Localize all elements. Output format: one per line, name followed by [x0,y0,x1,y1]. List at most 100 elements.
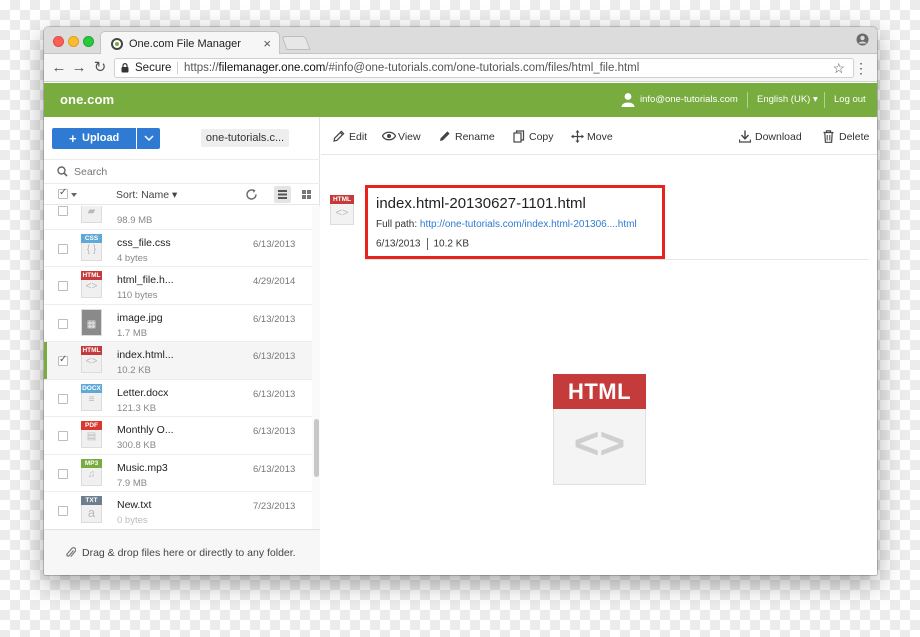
row-checkbox[interactable] [58,468,68,479]
grid-view-icon [302,190,311,199]
file-row[interactable]: TXT a New.txt 0 bytes 7/23/2013 [44,492,312,529]
file-size: 300.8 KB [117,440,157,451]
file-row[interactable]: ▰ 98.9 MB [44,206,312,230]
pencil-icon [440,131,450,141]
file-row[interactable]: CSS{ } css_file.css 4 bytes 6/13/2013 [44,229,312,267]
upload-button[interactable]: + Upload [52,128,136,149]
copy-button[interactable]: Copy [513,130,554,143]
file-info-highlight: index.html-20130627-1101.html Full path:… [365,185,665,259]
tab-title: One.com File Manager [129,38,241,50]
drop-zone[interactable]: Drag & drop files here or directly to an… [44,529,320,575]
file-size: 1.7 MB [117,327,148,339]
file-sidebar: + Upload one-tutorials.c... Sort: Name ▾ [44,117,320,575]
file-date: 7/23/2013 [253,501,296,512]
mp3-file-icon: MP3 ♫ [81,458,102,486]
view-button[interactable]: View [382,131,421,143]
trash-icon [823,130,834,143]
upload-dropdown-button[interactable] [137,128,160,149]
url-text[interactable]: https://filemanager.one.com/#info@one-tu… [184,62,639,74]
new-tab-button[interactable] [281,36,311,50]
download-button[interactable]: Download [739,130,802,143]
caret-down-icon[interactable] [71,193,77,197]
html-file-icon: HTML <> [330,195,354,225]
user-icon [621,93,635,107]
lock-icon [121,63,129,73]
row-checkbox[interactable] [58,431,68,441]
list-view-button[interactable] [274,186,291,203]
move-button[interactable]: Move [571,130,613,143]
full-path-link[interactable]: http://one-tutorials.com/index.html-2013… [420,219,637,230]
back-arrow-icon[interactable]: ← [50,59,68,77]
docx-file-icon: DOCX ≡ [81,383,102,411]
file-size: 110 bytes [117,290,158,301]
minimize-window-button[interactable] [68,36,79,47]
file-list-scrollbar[interactable] [312,206,320,529]
file-name: css_file.css [117,236,171,249]
copy-icon [513,130,525,143]
file-row[interactable]: DOCX ≡ Letter.docx 121.3 KB 6/13/2013 [44,379,312,417]
header-divider [747,92,748,108]
video-file-icon: ▰ [81,206,102,223]
drop-zone-text: Drag & drop files here or directly to an… [82,547,296,559]
user-email[interactable]: info@one-tutorials.com [640,94,738,105]
grid-view-button[interactable] [298,186,315,203]
file-name: index.html... [117,349,174,361]
file-row[interactable]: PDF ▤ Monthly O... 300.8 KB 6/13/2013 [44,417,312,455]
delete-button[interactable]: Delete [823,130,869,143]
app-header: one.com info@one-tutorials.com English (… [44,83,877,117]
search-icon [57,166,68,177]
row-checkbox[interactable] [58,393,68,404]
file-date: 6/13/2013 [253,388,296,400]
maximize-window-button[interactable] [83,36,94,47]
onecom-logo[interactable]: one.com [60,92,114,107]
list-view-icon [278,190,287,199]
file-name: New.txt [117,499,152,511]
file-date: 6/13/2013 [253,238,296,250]
close-window-button[interactable] [53,36,64,47]
refresh-icon[interactable] [245,188,258,201]
file-size: 0 bytes [117,515,148,526]
reload-icon[interactable]: ↻ [91,59,109,77]
file-row[interactable]: HTML <> html_file.h... 110 bytes 4/29/201… [44,267,312,305]
file-row[interactable]: HTML<> index.html... 10.2 KB 6/13/2013 [44,342,312,380]
current-folder[interactable]: one-tutorials.c... [201,129,289,147]
edit-button[interactable]: Edit [333,130,367,143]
file-row[interactable]: ▦ image.jpg 1.7 MB 6/13/2013 [44,304,312,342]
paperclip-icon [66,547,76,557]
row-checkbox[interactable] [58,354,68,366]
full-path: Full path: http://one-tutorials.com/inde… [376,219,637,230]
browser-tab[interactable]: One.com File Manager × [100,31,280,55]
url-separator [177,62,178,74]
file-date: 6/13/2013 [253,351,296,362]
select-all-checkbox[interactable] [58,187,68,199]
file-date: 6/13/2013 [253,426,296,437]
search-bar [44,159,320,183]
profile-icon[interactable] [856,33,869,46]
sort-dropdown[interactable]: Sort: Name ▾ [116,189,177,201]
file-size: 121.3 KB [117,402,157,414]
file-meta: 6/13/2013 10.2 KB [376,238,469,250]
search-input[interactable] [74,164,304,180]
forward-arrow-icon[interactable]: → [70,59,88,77]
file-size: 7.9 MB [117,477,148,489]
file-date: 6/13/2013 [253,463,296,475]
row-checkbox[interactable] [58,206,68,216]
file-name: Music.mp3 [117,461,168,474]
scrollbar-thumb[interactable] [314,419,319,477]
bookmark-star-icon[interactable]: ☆ [832,60,845,77]
browser-menu-icon[interactable]: ⋮ [854,59,868,77]
row-checkbox[interactable] [58,281,68,291]
file-row[interactable]: MP3 ♫ Music.mp3 7.9 MB 6/13/2013 [44,454,312,492]
file-size: 10.2 KB [117,365,151,376]
row-checkbox[interactable] [58,506,68,516]
row-checkbox[interactable] [58,243,68,254]
row-checkbox[interactable] [58,318,68,329]
action-toolbar: Edit View Rename Copy Move Download Dele… [321,117,877,155]
address-bar[interactable]: Secure https://filemanager.one.com/#info… [114,58,854,78]
logout-link[interactable]: Log out [834,94,866,105]
file-name: html_file.h... [117,274,174,286]
tab-close-icon[interactable]: × [263,36,271,51]
pdf-file-icon: PDF ▤ [81,421,102,448]
language-selector[interactable]: English (UK) ▾ [757,94,818,105]
rename-button[interactable]: Rename [439,131,495,143]
